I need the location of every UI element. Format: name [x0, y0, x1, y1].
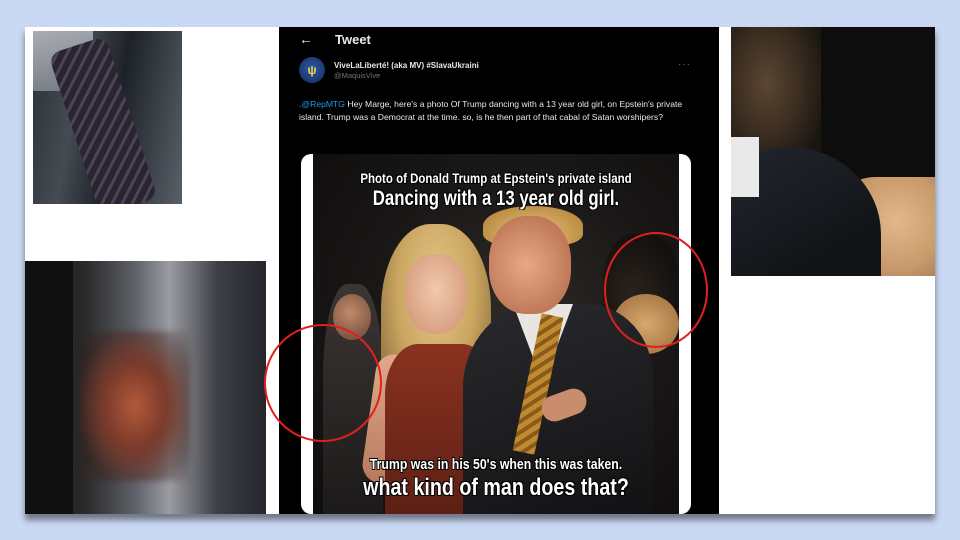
mention-link[interactable]: .@RepMTG: [299, 99, 345, 109]
tweet-header-title: Tweet: [335, 31, 371, 47]
back-arrow-icon[interactable]: ←: [299, 31, 313, 47]
author-display-name[interactable]: ViveLaLiberté! (aka MV) #SlavaUkraini: [334, 61, 479, 70]
meme-caption-bottom-line2: what kind of man does that?: [363, 474, 629, 501]
author-handle[interactable]: @MaquisVive: [334, 71, 479, 80]
tweet-header: ← Tweet: [299, 29, 371, 49]
tweet-body: .@RepMTG Hey Marge, here's a photo Of Tr…: [299, 98, 699, 124]
cropped-blurred-face-image: [25, 261, 266, 514]
blurred-face-detail: [80, 331, 190, 481]
slide: ← Tweet ψ ViveLaLiberté! (aka MV) #Slava…: [25, 27, 935, 514]
girl-face: [405, 254, 467, 334]
man-head: [489, 216, 571, 314]
cropped-shoulder-image: [731, 27, 935, 276]
tweet-body-text: Hey Marge, here's a photo Of Trump danci…: [299, 99, 683, 122]
more-options-icon[interactable]: ···: [678, 59, 691, 70]
highlight-circle-right: [604, 232, 708, 348]
cropped-tie-image: [33, 31, 182, 204]
shirt-detail: [731, 137, 759, 197]
meme-caption-bottom-line1: Trump was in his 50's when this was take…: [369, 456, 623, 473]
meme-caption-top-line1: Photo of Donald Trump at Epstein's priva…: [360, 170, 632, 186]
dark-edge: [25, 261, 73, 514]
highlight-circle-left: [264, 324, 382, 442]
trident-avatar-icon[interactable]: ψ: [299, 57, 325, 83]
tie-detail: [48, 35, 158, 204]
tweet-author[interactable]: ψ ViveLaLiberté! (aka MV) #SlavaUkraini …: [299, 57, 479, 83]
meme-caption-top-line2: Dancing with a 13 year old girl.: [372, 187, 620, 210]
author-names: ViveLaLiberté! (aka MV) #SlavaUkraini @M…: [334, 61, 479, 80]
